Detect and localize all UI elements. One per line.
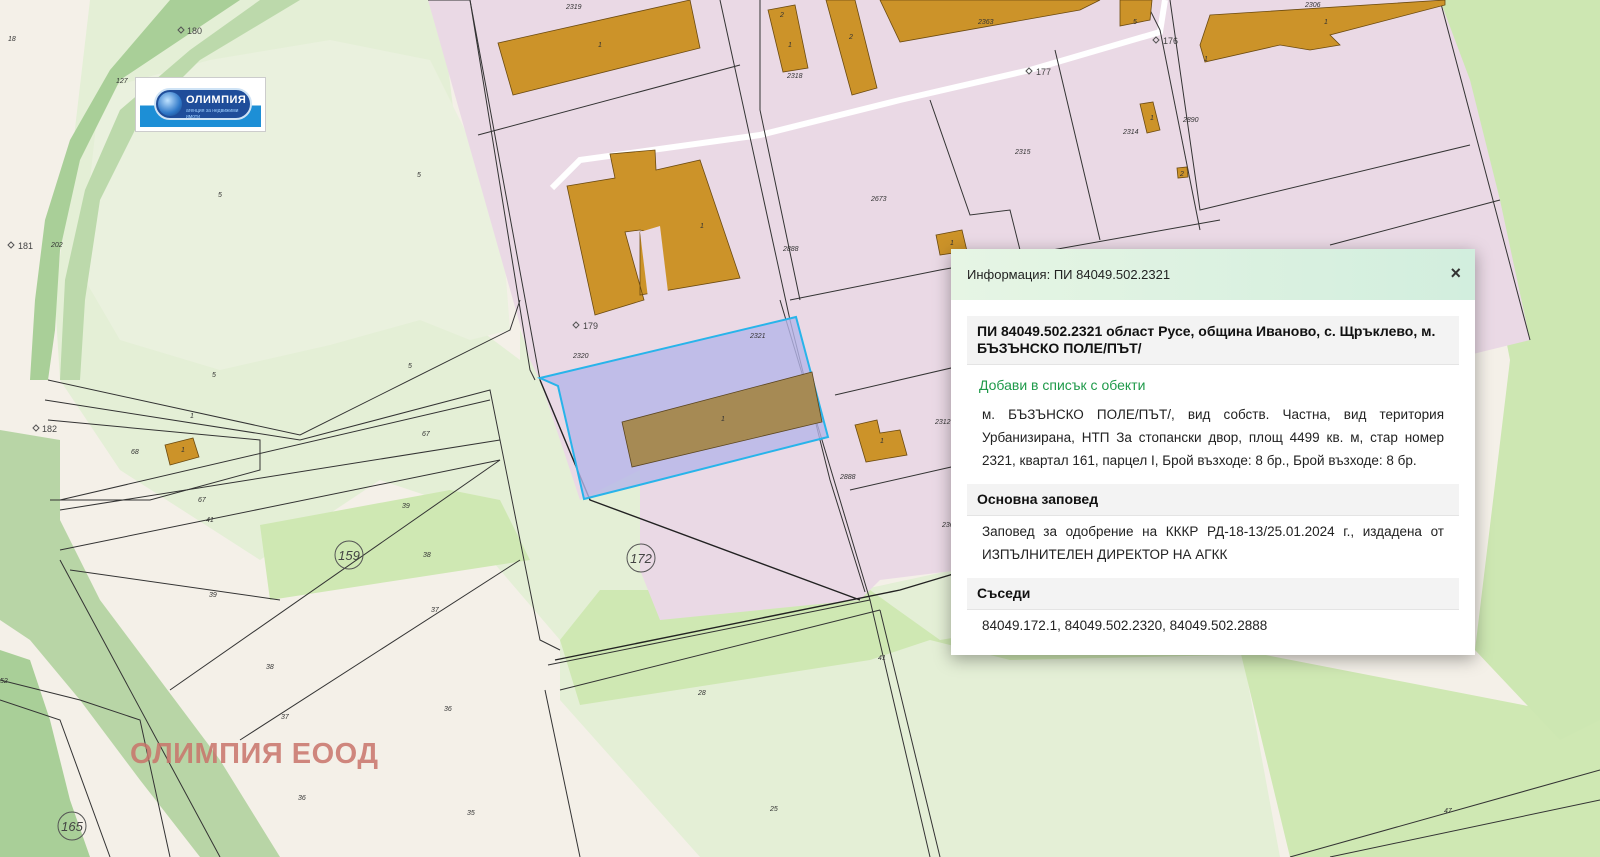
svg-text:38: 38	[266, 664, 274, 671]
svg-text:2306: 2306	[1304, 2, 1321, 9]
svg-text:67: 67	[198, 497, 207, 504]
svg-text:2312: 2312	[934, 419, 951, 426]
svg-text:2890: 2890	[1182, 117, 1199, 124]
logo-name: ОЛИМПИЯ	[186, 94, 247, 106]
svg-text:39: 39	[402, 503, 410, 510]
neighbors-text: 84049.172.1, 84049.502.2320, 84049.502.2…	[982, 618, 1268, 633]
svg-text:202: 202	[50, 242, 63, 249]
svg-text:1: 1	[950, 240, 954, 247]
svg-text:2321: 2321	[749, 333, 766, 340]
svg-text:181: 181	[18, 241, 33, 251]
agency-logo: ОЛИМПИЯ агенция за недвижими имоти	[135, 77, 266, 132]
logo-inner: ОЛИМПИЯ агенция за недвижими имоти	[140, 82, 261, 127]
svg-text:2318: 2318	[786, 73, 803, 80]
svg-text:182: 182	[42, 424, 57, 434]
order-text: Заповед за одобрение на КККР РД-18-13/25…	[982, 524, 1444, 562]
svg-text:18: 18	[8, 36, 16, 43]
info-popup: Информация: ПИ 84049.502.2321 × ПИ 84049…	[951, 249, 1475, 655]
svg-text:2: 2	[1179, 171, 1184, 178]
svg-text:5: 5	[408, 363, 412, 370]
svg-text:2673: 2673	[870, 196, 887, 203]
logo-subtitle: агенция за недвижими имоти	[186, 108, 239, 120]
svg-text:1: 1	[880, 438, 884, 445]
svg-text:1: 1	[721, 416, 725, 423]
svg-text:39: 39	[209, 592, 217, 599]
svg-text:179: 179	[583, 321, 598, 331]
add-to-list-link[interactable]: Добави в списък с обекти	[967, 365, 1459, 399]
svg-text:28: 28	[697, 690, 706, 697]
svg-text:2320: 2320	[572, 353, 589, 360]
svg-text:1: 1	[190, 413, 194, 420]
svg-text:2363: 2363	[977, 19, 994, 26]
svg-text:177: 177	[1036, 67, 1051, 77]
svg-text:5: 5	[212, 372, 216, 379]
order-heading: Основна заповед	[967, 484, 1459, 516]
object-description: м. БЪЗЪНСКО ПОЛЕ/ПЪТ/, вид собств. Частн…	[982, 407, 1444, 468]
svg-text:36: 36	[298, 795, 306, 802]
logo-pill: ОЛИМПИЯ агенция за недвижими имоти	[154, 88, 252, 120]
svg-text:1: 1	[1150, 115, 1154, 122]
object-title: ПИ 84049.502.2321 област Русе, община Ив…	[967, 316, 1459, 365]
svg-text:172: 172	[630, 551, 652, 566]
svg-text:1: 1	[181, 447, 185, 454]
svg-text:41: 41	[206, 517, 214, 524]
svg-text:68: 68	[131, 449, 139, 456]
svg-text:2319: 2319	[565, 4, 582, 11]
svg-text:1: 1	[1324, 19, 1328, 26]
globe-icon	[158, 92, 182, 116]
svg-text:37: 37	[431, 607, 440, 614]
svg-text:127: 127	[116, 78, 129, 85]
svg-text:47: 47	[1444, 808, 1453, 815]
popup-header: Информация: ПИ 84049.502.2321 ×	[951, 249, 1475, 300]
svg-text:38: 38	[423, 552, 431, 559]
watermark-text: ОЛИМПИЯ ЕООД	[130, 738, 379, 770]
svg-text:180: 180	[187, 26, 202, 36]
svg-text:67: 67	[422, 431, 431, 438]
close-icon[interactable]: ×	[1450, 264, 1461, 282]
svg-text:2: 2	[779, 12, 784, 19]
svg-text:41: 41	[878, 655, 886, 662]
svg-text:1: 1	[788, 42, 792, 49]
svg-text:2314: 2314	[1122, 129, 1139, 136]
svg-text:25: 25	[769, 806, 778, 813]
neighbors-heading: Съседи	[967, 578, 1459, 610]
svg-text:52: 52	[0, 678, 8, 685]
popup-body: ПИ 84049.502.2321 област Русе, община Ив…	[951, 300, 1475, 645]
svg-text:2888: 2888	[839, 474, 856, 481]
svg-text:2: 2	[848, 34, 853, 41]
svg-text:1: 1	[700, 223, 704, 230]
svg-text:1: 1	[1204, 56, 1208, 63]
svg-text:37: 37	[281, 714, 290, 721]
svg-text:36: 36	[444, 706, 452, 713]
svg-text:1: 1	[598, 42, 602, 49]
svg-text:165: 165	[61, 819, 83, 834]
svg-text:2315: 2315	[1014, 149, 1031, 156]
svg-text:5: 5	[218, 192, 222, 199]
svg-text:2888: 2888	[782, 246, 799, 253]
svg-text:5: 5	[1133, 19, 1137, 26]
svg-text:159: 159	[338, 548, 360, 563]
popup-title: Информация: ПИ 84049.502.2321	[967, 267, 1171, 282]
svg-text:176: 176	[1163, 36, 1178, 46]
svg-text:5: 5	[417, 172, 421, 179]
svg-text:35: 35	[467, 810, 475, 817]
